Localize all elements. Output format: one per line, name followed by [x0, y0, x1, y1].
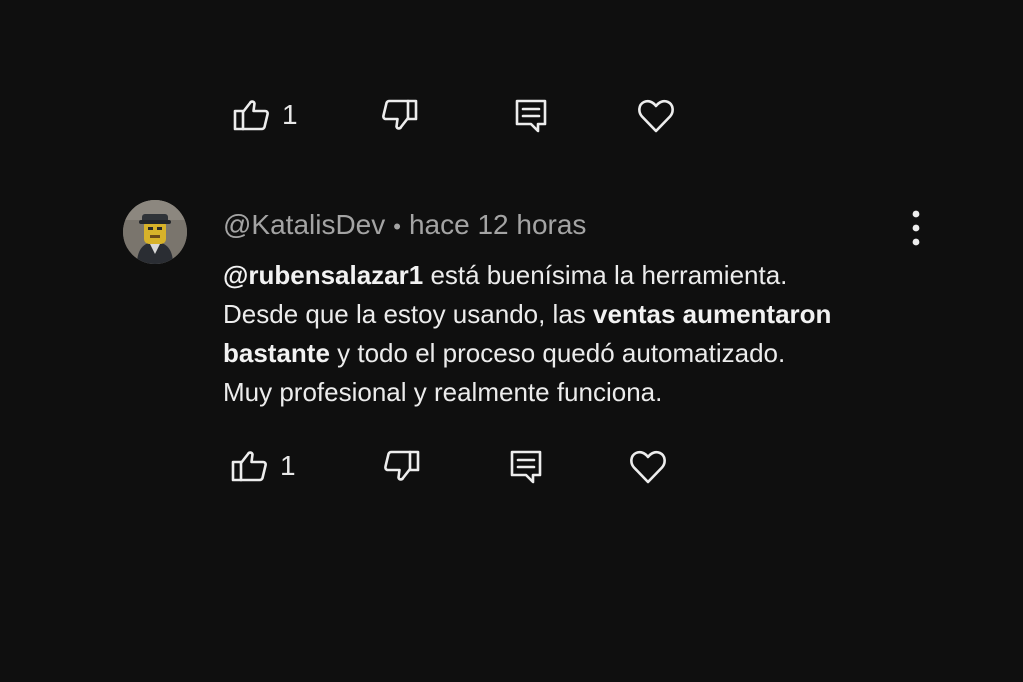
- avatar[interactable]: [123, 200, 187, 264]
- thumbs-down-icon: [382, 99, 418, 130]
- more-options-button[interactable]: [896, 206, 936, 250]
- avatar-image: [123, 200, 187, 264]
- heart-icon: [630, 450, 666, 484]
- comment-bold-text: ventas aumentaron: [593, 299, 832, 329]
- previous-comment-actions: 1: [0, 93, 1023, 137]
- heart-icon: [638, 99, 674, 133]
- comment-line-1: @rubensalazar1 está buenísima la herrami…: [223, 256, 923, 295]
- comment-line-2: Desde que la estoy usando, las ventas au…: [223, 295, 923, 334]
- reply-icon: [510, 450, 542, 484]
- comment-line-3: bastante y todo el proceso quedó automat…: [223, 334, 923, 373]
- timestamp[interactable]: hace 12 horas: [409, 209, 586, 240]
- like-button[interactable]: 1: [230, 93, 298, 137]
- reply-button[interactable]: [510, 93, 552, 137]
- mention-link[interactable]: @rubensalazar1: [223, 260, 423, 290]
- thumbs-up-icon: [233, 100, 269, 131]
- heart-button[interactable]: [627, 444, 669, 488]
- comment-text-segment: está buenísima la herramienta.: [423, 260, 788, 290]
- thumbs-down-icon: [384, 450, 420, 481]
- comment-text-segment: Desde que la estoy usando, las: [223, 299, 594, 329]
- dislike-button[interactable]: [377, 93, 419, 137]
- reply-button[interactable]: [505, 444, 547, 488]
- comment-text: @rubensalazar1 está buenísima la herrami…: [223, 256, 923, 412]
- meta-separator: •: [393, 214, 401, 239]
- like-count: 1: [280, 450, 296, 481]
- more-vert-icon: [912, 210, 920, 246]
- like-count: 1: [282, 99, 298, 130]
- comment-meta: @KatalisDev • hace 12 horas: [223, 208, 586, 244]
- dislike-button[interactable]: [379, 444, 421, 488]
- comment-actions: 1: [0, 444, 1023, 488]
- reply-icon: [515, 99, 547, 133]
- comment-line-4: Muy profesional y realmente funciona.: [223, 377, 663, 407]
- comment-text-segment: y todo el proceso quedó automatizado.: [329, 338, 786, 368]
- heart-button[interactable]: [635, 93, 677, 137]
- comments-section: 1 @KatalisDev • hace 12 horas @rubensala…: [0, 0, 1023, 682]
- author-name[interactable]: @KatalisDev: [223, 209, 385, 240]
- comment-bold-text: bastante: [223, 338, 330, 368]
- like-button[interactable]: 1: [228, 444, 296, 488]
- thumbs-up-icon: [231, 451, 267, 482]
